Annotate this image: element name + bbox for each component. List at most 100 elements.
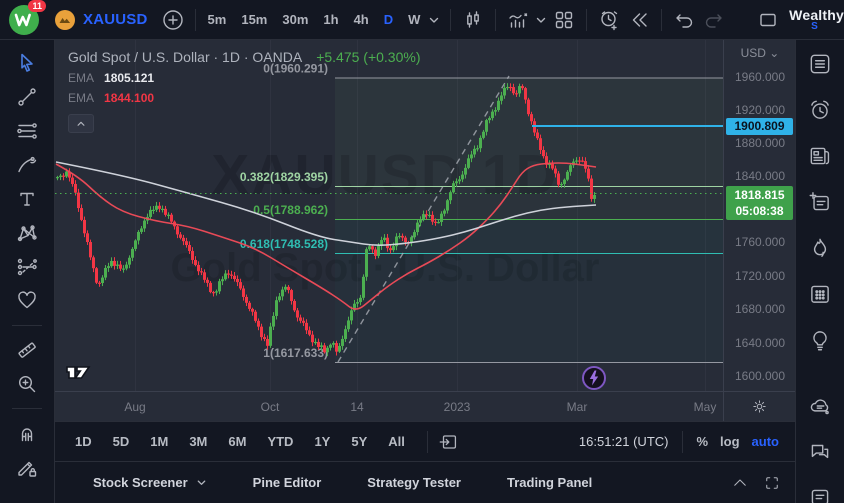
hotlist-flame-icon[interactable] — [806, 235, 834, 261]
interval-D[interactable]: D — [379, 8, 398, 31]
panel-controls — [731, 474, 795, 492]
interval-W[interactable]: W — [403, 8, 425, 31]
time-axis-settings[interactable] — [723, 392, 795, 421]
range-1y[interactable]: 1Y — [308, 430, 336, 453]
ema2-value: 1844.100 — [104, 91, 154, 105]
interval-1h[interactable]: 1h — [318, 8, 343, 31]
cursor-tool[interactable] — [10, 51, 44, 75]
drawing-lock-tool[interactable] — [10, 455, 44, 479]
measure-ruler-tool[interactable] — [10, 338, 44, 362]
legend-title: Gold Spot / U.S. Dollar · 1D · OANDA — [68, 49, 302, 65]
price-tick: 1640.000 — [724, 336, 796, 350]
tab-pine-editor[interactable]: Pine Editor — [253, 475, 322, 490]
interval-5m[interactable]: 5m — [203, 8, 232, 31]
indicators-button[interactable] — [503, 5, 533, 35]
last-price-value: 1818.815 — [726, 187, 793, 203]
tab-trading-panel[interactable]: Trading Panel — [507, 475, 592, 490]
time-tick: Mar — [567, 400, 588, 414]
ema1-label: EMA — [68, 71, 94, 85]
layout-save-button[interactable] — [753, 5, 783, 35]
log-scale-toggle[interactable]: log — [714, 431, 746, 452]
undo-button[interactable] — [669, 5, 699, 35]
range-6m[interactable]: 6M — [222, 430, 252, 453]
tab-stock-screener[interactable]: Stock Screener — [93, 475, 207, 490]
price-tick: 1600.000 — [724, 369, 796, 383]
chart-style-button[interactable] — [458, 5, 488, 35]
drawing-toolbar — [0, 40, 55, 503]
separator — [682, 431, 683, 453]
ideas-bulb-icon[interactable] — [806, 327, 834, 353]
brush-tool[interactable] — [10, 153, 44, 177]
time-tick: Aug — [124, 400, 145, 414]
news-icon[interactable] — [806, 143, 834, 169]
favorites-heart-tool[interactable] — [10, 289, 44, 313]
tab-strategy-tester[interactable]: Strategy Tester — [367, 475, 461, 490]
range-ytd[interactable]: YTD — [261, 430, 299, 453]
trend-line-tool[interactable] — [10, 85, 44, 109]
panel-fullscreen-button[interactable] — [763, 474, 781, 492]
chart-plot-area[interactable]: XAUUSD 1D Gold Spot · U.S. Dollar Gold S… — [55, 40, 723, 391]
alerts-clock-icon[interactable] — [806, 97, 834, 123]
time-tick: May — [694, 400, 717, 414]
date-range-switcher: 1D 5D 1M 3M 6M YTD 1Y 5Y All — [69, 430, 420, 453]
watchlist-icon[interactable] — [806, 51, 834, 77]
notification-badge: 11 — [28, 0, 46, 12]
interval-15m[interactable]: 15m — [236, 8, 272, 31]
interval-4h[interactable]: 4h — [349, 8, 374, 31]
last-price-badge: 1818.815 05:08:38 — [726, 186, 793, 220]
brand-line1: Wealthy — [789, 10, 844, 21]
forecast-tool[interactable] — [10, 255, 44, 279]
range-1m[interactable]: 1M — [144, 430, 174, 453]
bar-replay-button[interactable] — [624, 5, 654, 35]
range-3m[interactable]: 3M — [183, 430, 213, 453]
time-axis[interactable]: AugOct142023MarMay — [55, 391, 795, 421]
layout-grid-button[interactable] — [549, 5, 579, 35]
price-axis-currency[interactable]: USD ⌄ — [724, 46, 796, 60]
ema1-value: 1805.121 — [104, 71, 154, 85]
my-ideas-cloud-icon[interactable] — [806, 393, 834, 419]
comments-icon[interactable] — [806, 485, 834, 503]
interval-30m[interactable]: 30m — [277, 8, 313, 31]
text-tool[interactable] — [10, 187, 44, 211]
tab-stock-screener-label: Stock Screener — [93, 475, 188, 490]
percent-scale-toggle[interactable]: % — [690, 431, 714, 452]
clock-utc[interactable]: 16:51:21 (UTC) — [579, 434, 669, 449]
fib-retracement-tool[interactable] — [10, 119, 44, 143]
calendar-icon[interactable] — [806, 281, 834, 307]
toolbar-divider — [12, 408, 42, 409]
panel-expand-button[interactable] — [731, 474, 749, 492]
magnet-mode-tool[interactable] — [10, 421, 44, 445]
legend-collapse-button[interactable] — [68, 114, 94, 133]
chevron-down-icon — [196, 477, 207, 488]
notes-icon[interactable] — [806, 189, 834, 215]
chart-region: XAUUSD 1D Gold Spot · U.S. Dollar Gold S… — [55, 40, 795, 503]
range-1d[interactable]: 1D — [69, 430, 98, 453]
range-5y[interactable]: 5Y — [345, 430, 373, 453]
flash-boost-badge[interactable] — [581, 365, 607, 391]
time-tick: 14 — [350, 400, 363, 414]
ema1-row[interactable]: EMA 1805.121 — [68, 71, 420, 85]
price-tick: 1920.000 — [724, 103, 796, 117]
price-axis[interactable]: USD ⌄ 1960.0001920.0001880.0001840.00017… — [723, 40, 795, 391]
bar-countdown: 05:08:38 — [726, 203, 793, 219]
interval-menu-chevron[interactable] — [425, 7, 443, 33]
range-5d[interactable]: 5D — [107, 430, 136, 453]
xabcd-pattern-tool[interactable] — [10, 221, 44, 245]
bottom-panel-tabs: Stock Screener Pine Editor Strategy Test… — [55, 461, 795, 503]
redo-button[interactable] — [699, 5, 729, 35]
price-tick: 1760.000 — [724, 235, 796, 249]
tradingview-logo[interactable] — [66, 362, 104, 380]
auto-scale-toggle[interactable]: auto — [746, 431, 785, 452]
price-tick: 1840.000 — [724, 169, 796, 183]
wealthy-logo[interactable]: 11 — [6, 2, 42, 38]
alert-add-button[interactable] — [594, 5, 624, 35]
range-all[interactable]: All — [382, 430, 411, 453]
zoom-in-tool[interactable] — [10, 372, 44, 396]
go-to-date-button[interactable] — [435, 428, 463, 456]
indicators-menu-chevron[interactable] — [533, 7, 549, 33]
chats-icon[interactable] — [806, 439, 834, 465]
compare-add-button[interactable] — [158, 5, 188, 35]
ema2-row[interactable]: EMA1844.100 — [68, 91, 420, 105]
legend-symbol-row[interactable]: Gold Spot / U.S. Dollar · 1D · OANDA+5.4… — [68, 49, 420, 65]
symbol-selector[interactable]: XAUUSD — [54, 9, 148, 31]
